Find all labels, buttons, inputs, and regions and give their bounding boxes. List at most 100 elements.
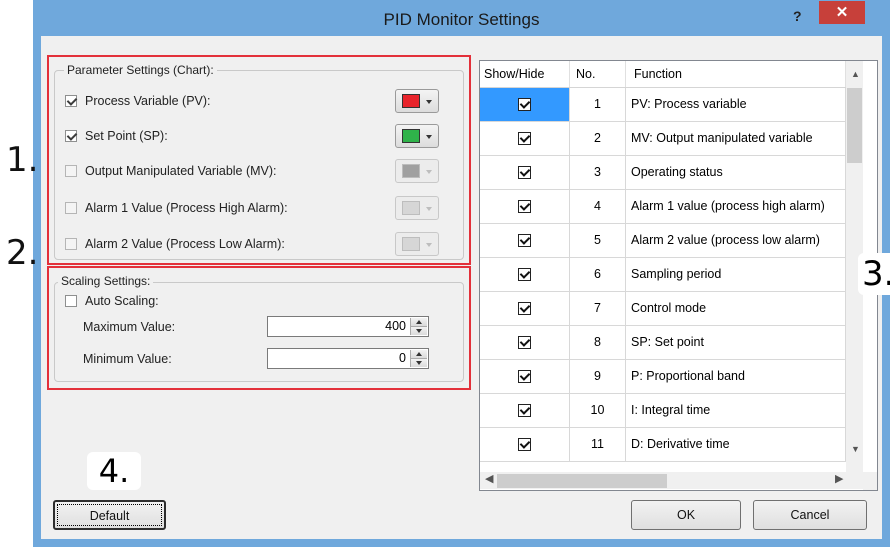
show-hide-cell[interactable]	[480, 428, 570, 461]
row-number-cell: 6	[570, 258, 626, 291]
callout-marker-4: 4.	[87, 452, 141, 490]
minimum-value-spinbox[interactable]: 0	[267, 348, 429, 369]
show-hide-cell[interactable]	[480, 190, 570, 223]
help-icon[interactable]: ?	[793, 8, 802, 24]
parameter-checkbox-row[interactable]: Output Manipulated Variable (MV):	[65, 161, 277, 181]
column-header-show-hide[interactable]: Show/Hide	[480, 61, 570, 87]
table-row[interactable]: 5 Alarm 2 value (process low alarm)	[480, 224, 846, 258]
show-hide-checkbox[interactable]	[518, 438, 531, 452]
column-header-function[interactable]: Function	[626, 61, 846, 87]
color-swatch-icon	[402, 129, 420, 143]
minimum-value-label: Minimum Value:	[83, 352, 172, 366]
spin-up-icon[interactable]	[411, 350, 427, 358]
show-hide-cell[interactable]	[480, 258, 570, 291]
maximum-value-field[interactable]: 400	[385, 319, 406, 333]
show-hide-cell[interactable]	[480, 360, 570, 393]
parameter-checkbox[interactable]	[65, 202, 77, 214]
auto-scaling-check-icon[interactable]	[65, 295, 77, 307]
scroll-up-icon[interactable]: ▲	[851, 69, 860, 79]
parameter-label: Alarm 2 Value (Process Low Alarm):	[85, 237, 285, 251]
scroll-down-icon[interactable]: ▼	[851, 444, 860, 454]
dialog-window: PID Monitor Settings ? ✕ Parameter Setti…	[33, 0, 890, 547]
maximum-value-label-row: Maximum Value:	[83, 317, 175, 337]
table-row[interactable]: 1 PV: Process variable	[480, 88, 846, 122]
color-picker-button[interactable]	[395, 89, 439, 113]
show-hide-checkbox[interactable]	[518, 336, 531, 350]
show-hide-checkbox[interactable]	[518, 200, 531, 214]
maximum-value-spinbox[interactable]: 400	[267, 316, 429, 337]
scrollbar-corner	[863, 472, 877, 490]
color-picker-button[interactable]	[395, 159, 439, 183]
parameter-label: Process Variable (PV):	[85, 94, 211, 108]
parameter-checkbox-row[interactable]: Alarm 1 Value (Process High Alarm):	[65, 198, 288, 218]
show-hide-checkbox[interactable]	[518, 302, 531, 316]
spin-up-icon[interactable]	[411, 318, 427, 326]
table-row[interactable]: 8 SP: Set point	[480, 326, 846, 360]
table-row[interactable]: 2 MV: Output manipulated variable	[480, 122, 846, 156]
color-picker-button[interactable]	[395, 124, 439, 148]
show-hide-checkbox[interactable]	[518, 166, 531, 180]
table-row[interactable]: 4 Alarm 1 value (process high alarm)	[480, 190, 846, 224]
parameter-checkbox[interactable]	[65, 165, 77, 177]
row-number-cell: 5	[570, 224, 626, 257]
table-row[interactable]: 11 D: Derivative time	[480, 428, 846, 462]
minimum-value-stepper[interactable]	[410, 350, 427, 367]
show-hide-cell[interactable]	[480, 88, 570, 121]
function-cell: Alarm 2 value (process low alarm)	[626, 224, 846, 257]
parameter-checkbox[interactable]	[65, 95, 77, 107]
color-picker-button[interactable]	[395, 232, 439, 256]
show-hide-checkbox[interactable]	[518, 268, 531, 282]
table-row[interactable]: 7 Control mode	[480, 292, 846, 326]
function-table[interactable]: Show/Hide No. Function 1 PV: Process vari…	[479, 60, 878, 491]
parameter-checkbox[interactable]	[65, 238, 77, 250]
cancel-button[interactable]: Cancel	[753, 500, 867, 530]
column-header-no[interactable]: No.	[570, 61, 626, 87]
dialog-title: PID Monitor Settings	[383, 10, 540, 29]
maximum-value-label: Maximum Value:	[83, 320, 176, 334]
table-header: Show/Hide No. Function	[480, 61, 846, 88]
close-button[interactable]: ✕	[819, 1, 865, 24]
default-button[interactable]: Default	[53, 500, 166, 530]
scaling-settings-label: Scaling Settings:	[58, 274, 154, 288]
parameter-label: Output Manipulated Variable (MV):	[85, 164, 277, 178]
parameter-checkbox[interactable]	[65, 130, 77, 142]
show-hide-cell[interactable]	[480, 326, 570, 359]
horizontal-scroll-thumb[interactable]	[497, 474, 667, 488]
scroll-left-icon[interactable]: ◀	[485, 472, 493, 485]
spin-down-icon[interactable]	[411, 326, 427, 335]
show-hide-checkbox[interactable]	[518, 234, 531, 248]
callout-marker-1: 1.	[6, 140, 39, 180]
function-cell: Control mode	[626, 292, 846, 325]
show-hide-checkbox[interactable]	[518, 132, 531, 146]
parameter-checkbox-row[interactable]: Alarm 2 Value (Process Low Alarm):	[65, 234, 285, 254]
scroll-right-icon[interactable]: ▶	[835, 472, 843, 485]
show-hide-cell[interactable]	[480, 292, 570, 325]
show-hide-checkbox[interactable]	[518, 370, 531, 384]
row-number-cell: 2	[570, 122, 626, 155]
show-hide-checkbox[interactable]	[518, 98, 531, 112]
table-row[interactable]: 10 I: Integral time	[480, 394, 846, 428]
maximum-value-stepper[interactable]	[410, 318, 427, 335]
show-hide-cell[interactable]	[480, 394, 570, 427]
row-number-cell: 4	[570, 190, 626, 223]
title-bar: PID Monitor Settings ? ✕	[33, 0, 890, 36]
parameter-checkbox-row[interactable]: Set Point (SP):	[65, 126, 168, 146]
table-row[interactable]: 3 Operating status	[480, 156, 846, 190]
parameter-checkbox-row[interactable]: Process Variable (PV):	[65, 91, 211, 111]
color-swatch-icon	[402, 94, 420, 108]
ok-button[interactable]: OK	[631, 500, 741, 530]
spin-down-icon[interactable]	[411, 358, 427, 367]
show-hide-cell[interactable]	[480, 122, 570, 155]
show-hide-cell[interactable]	[480, 156, 570, 189]
table-row[interactable]: 9 P: Proportional band	[480, 360, 846, 394]
color-picker-button[interactable]	[395, 196, 439, 220]
function-cell: Sampling period	[626, 258, 846, 291]
row-number-cell: 7	[570, 292, 626, 325]
vertical-scroll-thumb[interactable]	[847, 88, 862, 163]
minimum-value-field[interactable]: 0	[399, 351, 406, 365]
show-hide-checkbox[interactable]	[518, 404, 531, 418]
auto-scaling-checkbox[interactable]: Auto Scaling:	[65, 291, 159, 311]
chevron-down-icon	[426, 135, 432, 139]
table-row[interactable]: 6 Sampling period	[480, 258, 846, 292]
show-hide-cell[interactable]	[480, 224, 570, 257]
